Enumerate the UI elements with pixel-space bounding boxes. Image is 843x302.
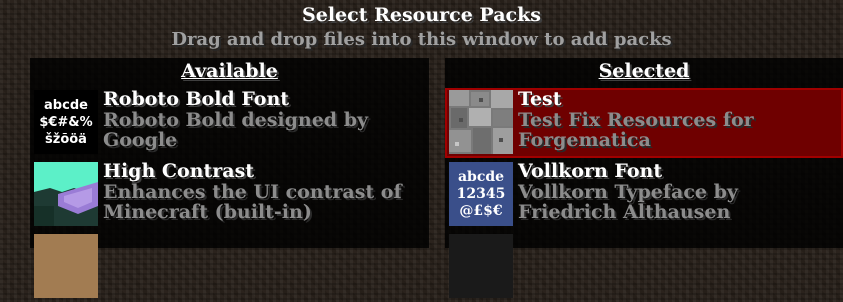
icon-text-line: abcde: [457, 168, 505, 185]
screen-subtitle: Drag and drop files into this window to …: [171, 29, 672, 50]
screen-title: Select Resource Packs: [302, 4, 541, 26]
pack-entry-vollkorn-font[interactable]: abcde 12345 @£$€ Vollkorn Font Vollkorn …: [445, 160, 843, 230]
pack-icon: [34, 234, 98, 298]
pack-description: Vollkorn Typeface by Friedrich Althausen: [518, 182, 838, 222]
pack-description-line: Minecraft (built-in): [103, 201, 312, 223]
pack-name: Vollkorn Font: [518, 160, 663, 182]
available-packs-list[interactable]: Available abcde $€#&% šžõöä Roboto Bold …: [30, 58, 429, 298]
icon-text-line: @£$€: [459, 202, 503, 219]
high-contrast-icon: [34, 162, 98, 226]
pack-description-line: Roboto Bold designed by: [103, 109, 369, 131]
pack-icon: [449, 234, 513, 298]
icon-text-line: šžõöä: [45, 131, 87, 147]
pack-entry-test[interactable]: Test Test Fix Resources for Forgematica: [445, 88, 843, 158]
font-preview-icon: abcde 12345 @£$€: [449, 162, 513, 226]
selected-header: Selected: [598, 60, 690, 82]
font-preview-icon: abcde $€#&% šžõöä: [34, 90, 98, 154]
pack-entry-partial[interactable]: [445, 232, 843, 302]
pack-description: Test Fix Resources for Forgematica: [518, 110, 838, 150]
selected-packs-list[interactable]: Selected Test Test Fix Resources for For…: [445, 58, 843, 298]
pack-description-line: Google: [103, 129, 178, 151]
available-header: Available: [181, 60, 278, 82]
pack-name: Test: [518, 88, 562, 110]
pack-description-line: Test Fix Resources for: [518, 109, 754, 131]
pack-description-line: Friedrich Althausen: [518, 201, 731, 223]
pack-entry-roboto-bold-font[interactable]: abcde $€#&% šžõöä Roboto Bold Font Robot…: [30, 88, 429, 158]
cobblestone-icon: [449, 90, 513, 154]
pack-entry-high-contrast[interactable]: High Contrast Enhances the UI contrast o…: [30, 160, 429, 230]
pack-entry-partial[interactable]: [30, 232, 429, 302]
icon-text-line: abcde: [44, 97, 88, 113]
pack-name: High Contrast: [103, 160, 255, 182]
pack-description: Roboto Bold designed by Google: [103, 110, 423, 150]
pack-description: Enhances the UI contrast of Minecraft (b…: [103, 182, 423, 222]
pack-description-line: Vollkorn Typeface by: [518, 181, 738, 203]
pack-description-line: Enhances the UI contrast of: [103, 181, 402, 203]
icon-text-line: 12345: [456, 185, 506, 202]
icon-text-line: $€#&%: [39, 114, 93, 130]
pack-description-line: Forgematica: [518, 129, 651, 151]
pack-name: Roboto Bold Font: [103, 88, 290, 110]
